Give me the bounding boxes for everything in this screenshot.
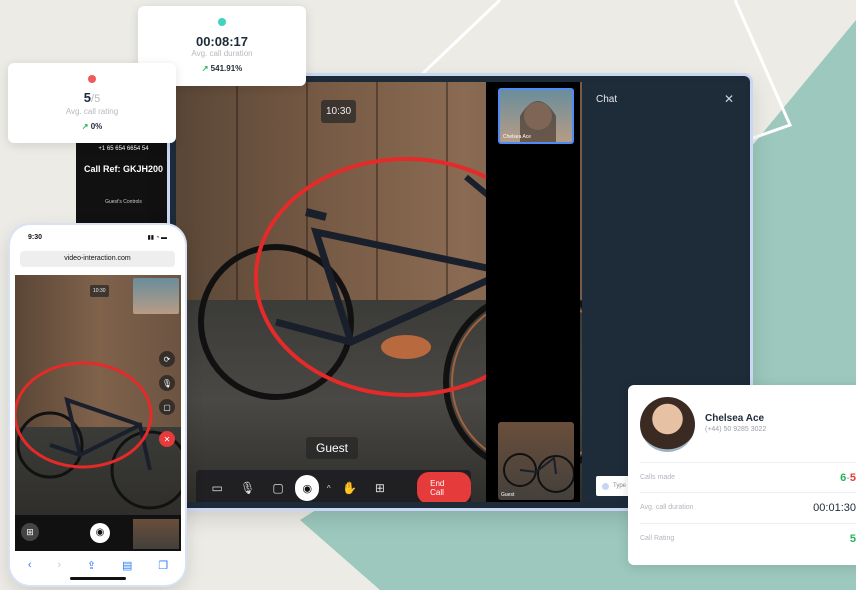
status-dot (88, 75, 96, 83)
signal-icon: ▮▮ ◔ ▬ (147, 235, 167, 241)
avg-rating-card: 5/5 Avg. call rating ↗ 0% (8, 63, 176, 143)
attachment-icon[interactable] (602, 482, 609, 490)
phone-clock: 9:30 (28, 234, 43, 241)
avg-call-duration-row: Avg. call duration 00:01:30 (640, 492, 856, 522)
microphone-icon[interactable]: 🎙 (232, 474, 262, 502)
bookmarks-icon[interactable]: ▤ (122, 559, 132, 572)
url-bar[interactable]: video-interaction.com (20, 251, 175, 267)
share-icon[interactable]: ⇪ (87, 559, 96, 572)
trend-up-icon: ↗ (201, 64, 209, 73)
call-timer: 10:30 (90, 285, 109, 297)
call-rating-row: Call Rating 5 (640, 523, 856, 553)
avg-rating-label: Avg. call rating (65, 107, 119, 116)
avg-duration-label: Avg. call duration (191, 49, 253, 58)
contact-card: Chelsea Ace (+44) 50 9285 3022 Calls mad… (628, 385, 856, 565)
mobile-phone: 9:30 ▮▮ ◔ ▬ video-interaction.com 10:30 … (10, 225, 185, 585)
close-icon[interactable]: ✕ (724, 92, 734, 106)
hand-icon[interactable]: ✋ (334, 474, 364, 502)
camera-icon[interactable]: ▢ (159, 399, 175, 415)
guest-controls-label: Guest's Controls (105, 199, 142, 205)
microphone-icon[interactable]: 🎙 (159, 375, 175, 391)
guest-label: Guest (306, 437, 359, 459)
participant-thumbnail-host[interactable] (133, 278, 179, 314)
tabs-icon[interactable]: ❐ (158, 559, 168, 572)
avg-rating-value: 5/5 (83, 90, 101, 105)
chevron-up-icon[interactable]: ^ (323, 474, 334, 502)
thumbnail-label: Guest (501, 492, 515, 498)
screen-share-icon[interactable]: ▭ (202, 474, 232, 502)
switch-camera-icon[interactable]: ⟳ (159, 351, 175, 367)
phone-back-panel: +1 65 654 6654 54 Call Ref: GKJH200 Gues… (76, 140, 171, 230)
bicycle-illustration (15, 361, 181, 510)
phone-controls: ⊞ ◉ (15, 515, 181, 551)
grid-icon[interactable]: ⊞ (21, 523, 39, 541)
camera-icon[interactable]: ▢ (263, 474, 293, 502)
avg-rating-trend: ↗ 0% (81, 122, 103, 131)
status-dot (218, 18, 226, 26)
back-icon[interactable]: ‹ (28, 559, 32, 571)
hang-up-icon[interactable]: ✕ (159, 431, 175, 447)
avg-duration-value: 00:08:17 (195, 34, 249, 49)
trend-up-icon: ↗ (81, 122, 89, 131)
participant-thumbnail-host[interactable]: Chelsea Ace (498, 88, 574, 144)
participant-thumbnail-guest[interactable]: Guest (498, 422, 574, 500)
browser-toolbar: ‹ › ⇪ ▤ ❐ (15, 555, 181, 575)
record-icon[interactable]: ◉ (295, 475, 320, 501)
contact-phone: (+44) 50 9285 3022 (705, 426, 767, 433)
calls-made-row: Calls made 6-5 (640, 462, 856, 492)
avatar (640, 397, 695, 452)
grid-icon[interactable]: ⊞ (365, 474, 395, 502)
home-indicator (70, 577, 126, 580)
call-reference: Call Ref: GKJH200 (83, 164, 164, 174)
participant-strip: Chelsea Ace Guest (486, 82, 580, 502)
thumbnail-label: Chelsea Ace (503, 134, 532, 140)
phone-number: +1 65 654 6654 54 (98, 146, 149, 152)
chat-title: Chat (596, 94, 618, 105)
end-call-button[interactable]: End Call (417, 472, 472, 502)
contact-name: Chelsea Ace (705, 413, 765, 424)
call-control-bar: ▭ 🎙 ▢ ◉ ^ ✋ ⊞ End Call (196, 470, 472, 502)
forward-icon[interactable]: › (57, 559, 61, 571)
call-timer: 10:30 (321, 100, 357, 123)
phone-video: 10:30 ⟳ 🎙 ▢ ✕ ⊞ ◉ (15, 275, 181, 551)
participant-thumbnail-guest[interactable] (133, 519, 179, 549)
record-icon[interactable]: ◉ (90, 523, 110, 543)
